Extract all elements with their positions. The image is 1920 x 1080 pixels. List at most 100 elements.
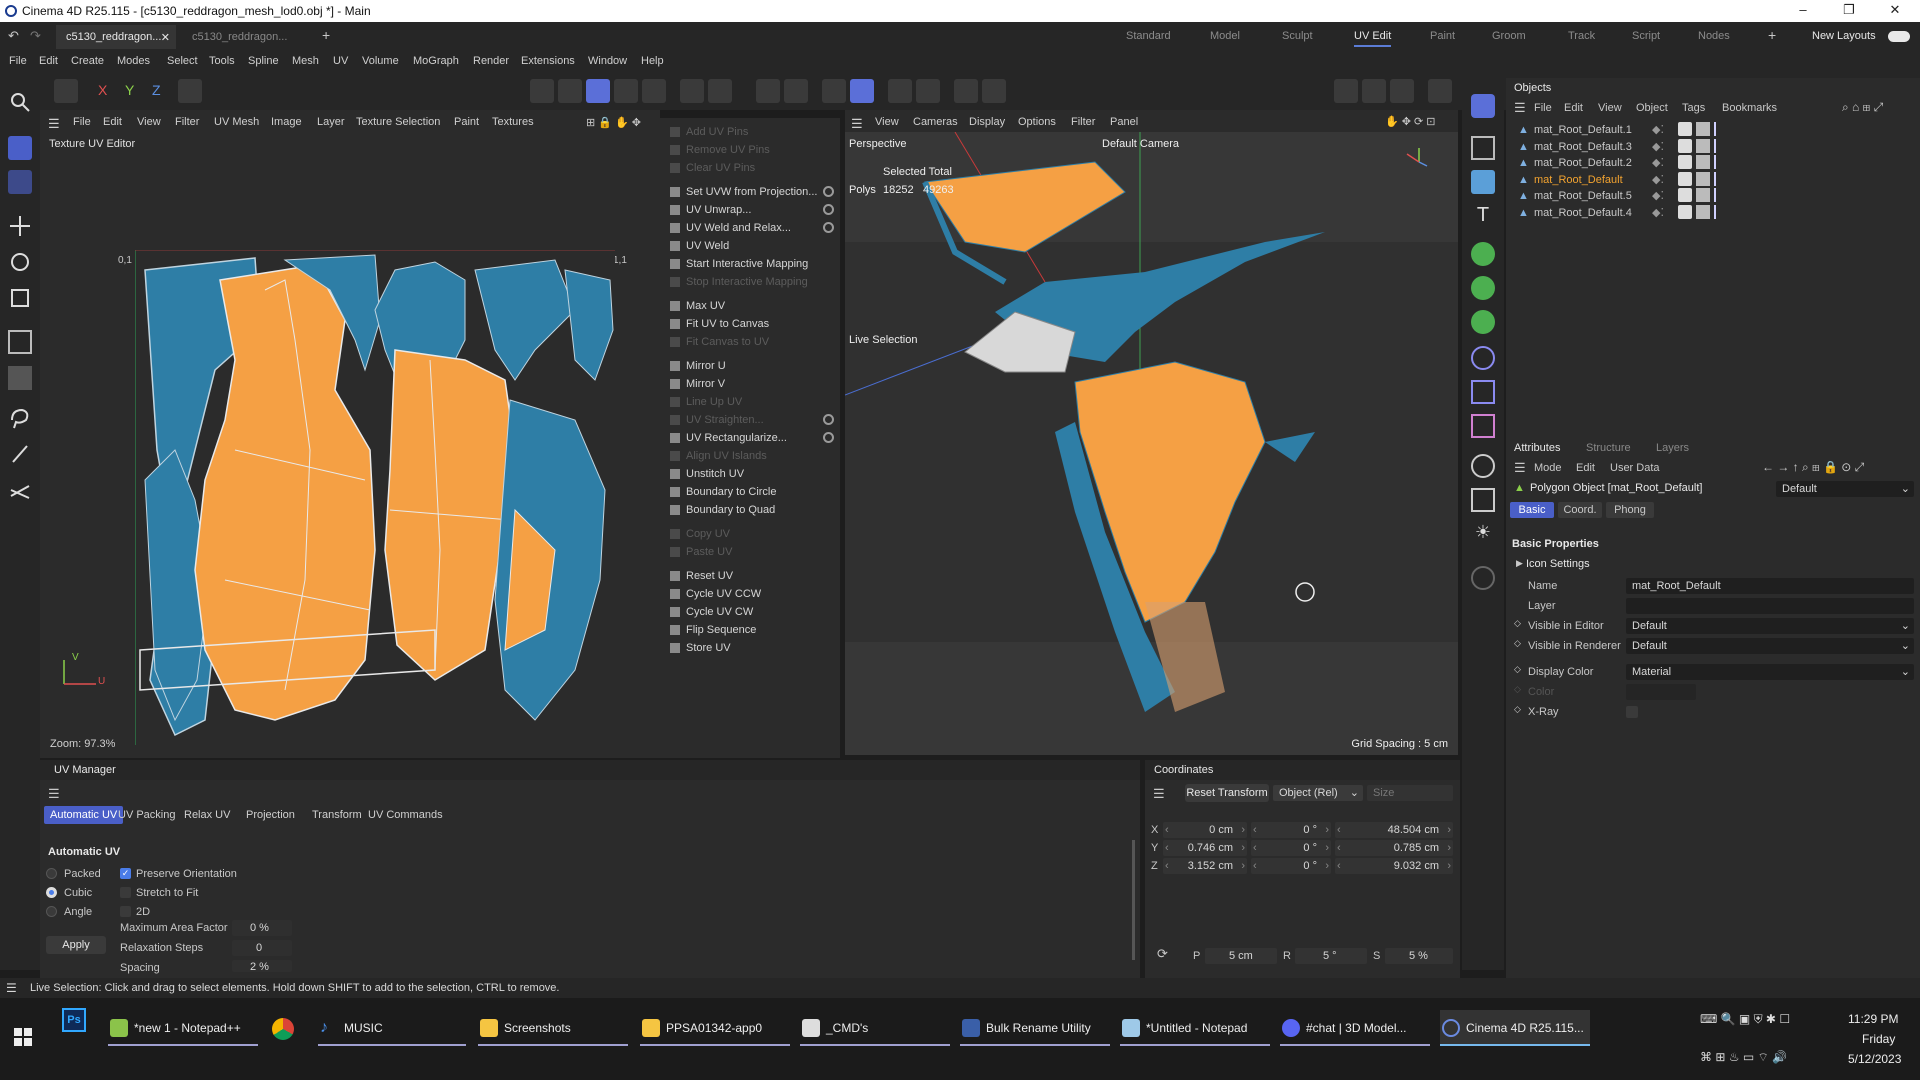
magnet-icon[interactable] xyxy=(756,79,780,103)
cursor-icon[interactable] xyxy=(1471,94,1495,118)
obj-menu-view[interactable]: View xyxy=(1598,102,1622,114)
attributes-tab[interactable]: Attributes xyxy=(1514,442,1560,454)
rotate-icon[interactable] xyxy=(8,250,32,274)
workplane-icon[interactable] xyxy=(888,79,912,103)
attributes-menu-icon[interactable]: ☰ xyxy=(1514,460,1526,476)
menu-volume[interactable]: Volume xyxy=(362,55,399,67)
menu-window[interactable]: Window xyxy=(588,55,627,67)
field-icon[interactable] xyxy=(1471,346,1495,370)
clock-day[interactable]: Friday xyxy=(1862,1032,1895,1046)
layout-track[interactable]: Track xyxy=(1568,30,1595,42)
transform-icon[interactable] xyxy=(8,330,32,354)
keyframe-diamond-icon[interactable]: ◇ xyxy=(1514,664,1521,675)
uv-option-checkbox[interactable]: ✓ Preserve Orientation xyxy=(120,866,280,882)
uv-command-item[interactable]: Unstitch UV xyxy=(666,464,838,484)
menu-extensions[interactable]: Extensions xyxy=(521,55,575,67)
layer-visibility-icon[interactable]: ◆⁚ xyxy=(1652,140,1664,153)
coord-position-field[interactable]: ‹ 3.152 cm › xyxy=(1163,858,1247,874)
chevron-left-icon[interactable]: ‹ xyxy=(1337,824,1341,836)
generator-icon[interactable] xyxy=(1471,276,1495,300)
taskbar-cinema4d[interactable]: Cinema 4D R25.115... xyxy=(1440,1010,1590,1046)
layer-visibility-icon[interactable]: ◆⁚ xyxy=(1652,189,1664,202)
objects-tab[interactable]: Objects xyxy=(1514,82,1551,94)
coord-size-field[interactable]: ‹ 9.032 cm › xyxy=(1335,858,1453,874)
material-tag-icon[interactable] xyxy=(1678,171,1692,186)
uv-manager-tab[interactable]: Transform xyxy=(306,806,368,824)
add-layout-icon[interactable]: + xyxy=(1768,27,1776,43)
relaxation-steps-field[interactable]: 0 xyxy=(232,940,292,956)
attr-visible-editor-dropdown[interactable]: Default ⌄ xyxy=(1626,618,1914,634)
uv-menu-view[interactable]: View xyxy=(137,116,161,128)
coord-rotation-field[interactable]: ‹ 0 ° › xyxy=(1251,858,1331,874)
render-settings-icon[interactable] xyxy=(1390,79,1414,103)
snap-rotate-icon[interactable]: ⟳ xyxy=(1157,946,1168,962)
y-axis-lock-icon[interactable]: Y xyxy=(125,82,134,98)
material-tag-icon[interactable] xyxy=(1678,122,1692,136)
annotation-icon[interactable] xyxy=(982,79,1006,103)
attr-menu-mode[interactable]: Mode xyxy=(1534,462,1562,474)
selection-tag-icon[interactable] xyxy=(1714,155,1726,169)
close-button[interactable]: ✕ xyxy=(1872,0,1918,22)
doc-tab-2[interactable]: c5130_reddragon... xyxy=(182,25,302,49)
chevron-right-icon[interactable]: › xyxy=(1325,824,1329,836)
chrome-icon[interactable] xyxy=(272,1018,294,1040)
uv-command-item[interactable]: UV Unwrap... xyxy=(666,200,838,220)
layout-model[interactable]: Model xyxy=(1210,30,1240,42)
uv-command-item[interactable]: Boundary to Quad xyxy=(666,500,838,520)
gear-icon[interactable] xyxy=(784,79,808,103)
object-row[interactable]: ▲ mat_Root_Default.1 ◆⁚ xyxy=(1512,122,1912,140)
subtab-phong[interactable]: Phong xyxy=(1606,502,1654,518)
vp-menu-view[interactable]: View xyxy=(875,116,899,128)
material-tag-icon[interactable] xyxy=(1678,155,1692,169)
selection-tag-icon[interactable] xyxy=(1714,138,1726,153)
uv-menu-image[interactable]: Image xyxy=(271,116,302,128)
uv-command-item[interactable]: Max UV xyxy=(666,296,838,316)
layout-uv-edit[interactable]: UV Edit xyxy=(1354,30,1392,47)
object-row[interactable]: ▲ mat_Root_Default.3 ◆⁚ xyxy=(1512,138,1912,157)
subtab-basic[interactable]: Basic xyxy=(1510,502,1554,518)
taskbar-discord[interactable]: #chat | 3D Model... xyxy=(1280,1010,1430,1046)
vp-menu-display[interactable]: Display xyxy=(969,116,1005,128)
taskbar-notepadpp[interactable]: *new 1 - Notepad++ xyxy=(108,1010,258,1046)
keyframe-diamond-icon[interactable]: ◇ xyxy=(1514,638,1521,649)
uv-polygons-mode-icon[interactable] xyxy=(642,79,666,103)
system-tray-icons[interactable]: ⌨ 🔍 ▣ ⛨ ✱ ☐ xyxy=(1700,1012,1790,1027)
object-row[interactable]: ▲ mat_Root_Default.4 ◆⁚ xyxy=(1512,204,1912,223)
menu-render[interactable]: Render xyxy=(473,55,509,67)
objects-menu-icon[interactable]: ☰ xyxy=(1514,100,1526,116)
menu-help[interactable]: Help xyxy=(641,55,664,67)
layer-visibility-icon[interactable]: ◆⁚ xyxy=(1652,173,1664,186)
coordinate-system-icon[interactable] xyxy=(178,79,202,103)
uvw-tag-icon[interactable] xyxy=(1696,155,1710,169)
uv-map-canvas[interactable] xyxy=(135,250,615,745)
spline-icon[interactable] xyxy=(1471,414,1495,438)
expand-arrow-icon[interactable]: ▶ xyxy=(1516,558,1523,569)
reset-transform-button[interactable]: Reset Transform xyxy=(1185,784,1269,802)
chevron-left-icon[interactable]: ‹ xyxy=(1165,860,1169,872)
uvw-tag-icon[interactable] xyxy=(1696,122,1710,136)
chevron-left-icon[interactable]: ‹ xyxy=(1253,860,1257,872)
menu-create[interactable]: Create xyxy=(71,55,104,67)
obj-menu-file[interactable]: File xyxy=(1534,102,1552,114)
chevron-left-icon[interactable]: ‹ xyxy=(1165,824,1169,836)
viewport-nav-icons[interactable]: ✋ ✥ ⟳ ⊡ xyxy=(1385,115,1436,128)
vp-menu-options[interactable]: Options xyxy=(1018,116,1056,128)
attr-menu-user-data[interactable]: User Data xyxy=(1610,462,1660,474)
new-layouts-button[interactable]: New Layouts xyxy=(1812,30,1876,42)
chevron-right-icon[interactable]: › xyxy=(1325,842,1329,854)
uv-command-item[interactable]: Reset UV xyxy=(666,566,838,586)
uv-command-item[interactable]: Set UVW from Projection... xyxy=(666,182,838,202)
taskbar-cmds[interactable]: _CMD's xyxy=(800,1010,950,1046)
uvw-tag-icon[interactable] xyxy=(1696,188,1710,202)
taskbar-music[interactable]: ♪ MUSIC xyxy=(318,1010,466,1046)
icon-settings-group[interactable]: Icon Settings xyxy=(1526,558,1590,570)
menu-spline[interactable]: Spline xyxy=(248,55,279,67)
uv-menu-uv-mesh[interactable]: UV Mesh xyxy=(214,116,259,128)
new-tab-icon[interactable]: + xyxy=(322,27,330,43)
x-axis-lock-icon[interactable]: X xyxy=(98,82,107,98)
panel-nav-icons[interactable]: ⊞ 🔒 ✋ ✥ xyxy=(586,116,641,129)
selection-tag-icon[interactable] xyxy=(1714,122,1726,136)
uv-transform-icon[interactable] xyxy=(8,170,32,194)
attr-name-field[interactable]: mat_Root_Default xyxy=(1626,578,1914,594)
render-picture-viewer-icon[interactable] xyxy=(1362,79,1386,103)
